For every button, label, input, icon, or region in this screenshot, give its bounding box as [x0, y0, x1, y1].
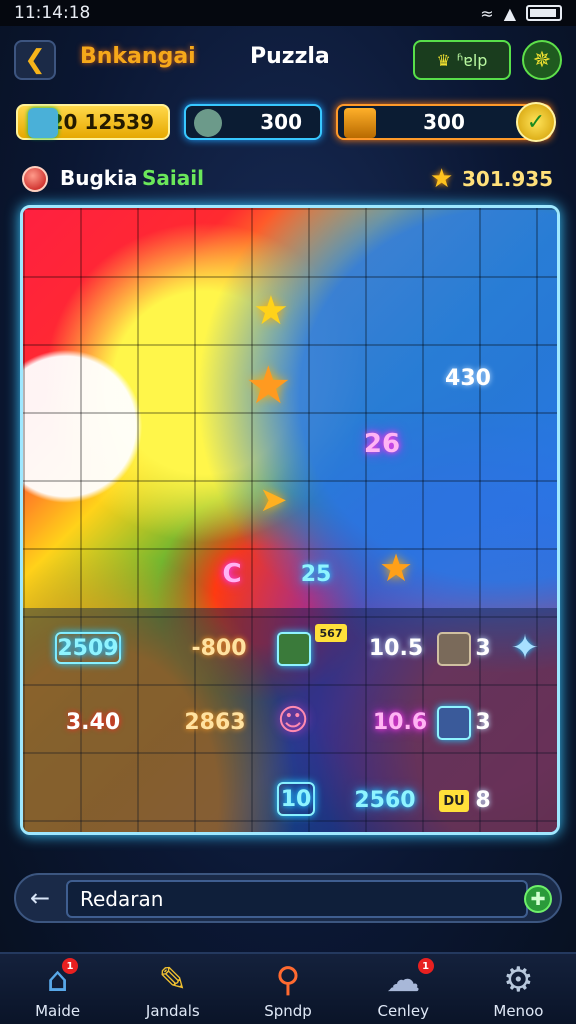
level-info: Bugkia Saiail ★ 301.935: [22, 164, 554, 194]
gems-value: 300: [260, 110, 302, 134]
gems-counter[interactable]: 300: [184, 104, 322, 140]
tile-c[interactable]: C: [209, 556, 255, 592]
gear-icon: ⚙: [503, 960, 534, 1000]
star-settings-icon: ✵: [532, 47, 552, 73]
level-name: Bugkia: [60, 166, 138, 190]
left-arrow-icon[interactable]: ←: [24, 883, 56, 913]
tile-3-b[interactable]: 3: [471, 704, 495, 740]
pencil-icon: ✎: [158, 960, 188, 1000]
arrow-piece-icon[interactable]: ➤: [259, 480, 288, 520]
creature-icon[interactable]: ☺: [273, 698, 313, 742]
tile-2560[interactable]: 2560: [347, 782, 423, 818]
settings-button[interactable]: ✵: [522, 40, 562, 80]
back-button[interactable]: ❮: [14, 40, 56, 80]
game-name: Bnkangai: [80, 44, 196, 69]
nav-item-cloud[interactable]: ☁ 1 Cenley: [346, 954, 461, 1024]
level-subtitle: Saiail: [142, 166, 204, 190]
crown-icon: ♛: [436, 50, 451, 70]
coins-counter[interactable]: 120 12539: [16, 104, 170, 140]
nav-item-search[interactable]: ⚲ Spndp: [230, 954, 345, 1024]
signal-icon: ▲: [503, 3, 516, 23]
scroll-item-icon[interactable]: [437, 706, 471, 740]
command-input[interactable]: [66, 880, 528, 918]
star-piece-icon[interactable]: ★: [245, 356, 292, 416]
tile-25[interactable]: 25: [289, 556, 343, 592]
puzzle-board[interactable]: ★ ★ ➤ ★ 430 26 C 25 2509 -800 567 10.5 3…: [20, 205, 560, 835]
notification-badge: 1: [417, 958, 434, 974]
add-icon[interactable]: ✚: [524, 885, 552, 913]
nav-item-journals[interactable]: ✎ Jandals: [115, 954, 230, 1024]
help-label: ʱɐlp: [456, 50, 488, 70]
map-item-icon[interactable]: [277, 632, 311, 666]
nav-label: Jandals: [145, 1002, 200, 1020]
gold-badge[interactable]: DU: [439, 790, 469, 812]
notification-badge: 1: [62, 958, 78, 974]
status-icons: ≈ ▲: [480, 4, 562, 23]
bottom-nav: ⌂ 1 Maide ✎ Jandals ⚲ Spndp ☁ 1 Cenley ⚙…: [0, 952, 576, 1024]
wifi-icon: ≈: [480, 3, 494, 23]
tile-2509[interactable]: 2509: [55, 632, 121, 664]
tile-26[interactable]: 26: [355, 426, 409, 462]
check-icon: ✓: [526, 109, 546, 135]
star-piece-icon[interactable]: ★: [379, 546, 413, 590]
page-title: Puzzla: [250, 44, 330, 69]
nav-label: Maide: [35, 1002, 81, 1020]
tile-2863[interactable]: 2863: [179, 704, 251, 740]
tile-3[interactable]: 3: [471, 630, 495, 666]
game-screen: 11:14:18 ≈ ▲ ❮ Bnkangai Puzzla ♛ ʱɐlp ✵ …: [0, 0, 576, 1024]
tile-3-40[interactable]: 3.40: [55, 704, 131, 740]
ruby-icon: [22, 166, 48, 192]
tile-8[interactable]: 8: [471, 782, 495, 818]
help-button[interactable]: ♛ ʱɐlp: [413, 40, 511, 80]
status-bar: 11:14:18 ≈ ▲: [0, 0, 576, 26]
chest-icon: [344, 108, 376, 138]
header: ❮ Bnkangai Puzzla ♛ ʱɐlp ✵: [0, 36, 576, 86]
nav-label: Cenley: [377, 1002, 429, 1020]
money-bag-icon: [28, 108, 58, 138]
battery-icon: [526, 5, 562, 21]
star-piece-icon[interactable]: ★: [253, 288, 289, 334]
confirm-button[interactable]: ✓: [516, 102, 556, 142]
clock: 11:14:18: [14, 3, 91, 23]
character-icon: [194, 109, 222, 137]
shuriken-icon[interactable]: ✦: [503, 628, 547, 668]
chest-value: 300: [423, 110, 465, 134]
nav-label: Menoo: [493, 1002, 544, 1020]
star-icon: ★: [430, 164, 454, 194]
tile-10-5[interactable]: 10.5: [363, 630, 429, 666]
nav-label: Spndp: [264, 1002, 312, 1020]
score-value: 301.935: [462, 167, 554, 191]
search-icon: ⚲: [275, 960, 301, 1000]
tile-10-6[interactable]: 10.6: [367, 704, 433, 740]
tile-minus-800[interactable]: -800: [183, 630, 255, 666]
chest-item-icon[interactable]: [437, 632, 471, 666]
nav-item-menu[interactable]: ⚙ Menoo: [461, 954, 576, 1024]
nav-item-home[interactable]: ⌂ 1 Maide: [0, 954, 115, 1024]
tile-10[interactable]: 10: [277, 782, 315, 816]
tile-430[interactable]: 430: [433, 360, 503, 396]
back-arrow-icon: ❮: [24, 45, 46, 75]
item-badge: 567: [315, 624, 347, 642]
command-bar: ← ✚: [14, 873, 562, 923]
